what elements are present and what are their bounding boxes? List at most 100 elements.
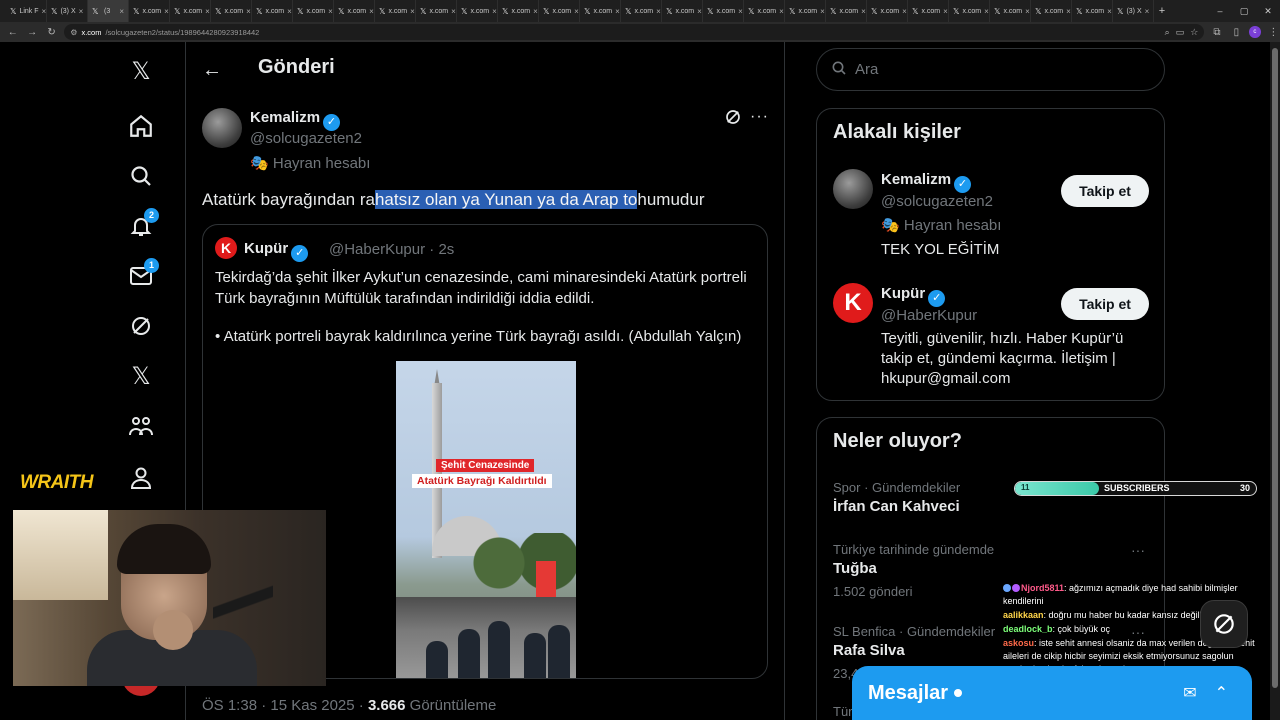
browser-tab[interactable]: 𝕏x.com ×: [662, 0, 703, 22]
browser-tab[interactable]: 𝕏x.com ×: [867, 0, 908, 22]
tab-close-icon[interactable]: ×: [615, 7, 620, 16]
bookmark-star-icon[interactable]: ☆: [1190, 27, 1198, 38]
browser-tab[interactable]: 𝕏x.com ×: [703, 0, 744, 22]
tab-close-icon[interactable]: ×: [369, 7, 374, 16]
browser-tab[interactable]: 𝕏 (3 ×: [88, 0, 129, 22]
trend-name[interactable]: Tuğba: [833, 560, 877, 577]
browser-tab[interactable]: 𝕏x.com ×: [908, 0, 949, 22]
browser-tab[interactable]: 𝕏x.com ×: [826, 0, 867, 22]
tab-close-icon[interactable]: ×: [1145, 7, 1150, 16]
tab-close-icon[interactable]: ×: [943, 7, 948, 16]
more-options-icon[interactable]: ···: [750, 108, 769, 126]
browser-tab[interactable]: 𝕏x.com ×: [293, 0, 334, 22]
search-box[interactable]: [816, 48, 1165, 91]
browser-tab[interactable]: 𝕏x.com ×: [416, 0, 457, 22]
search-input[interactable]: [855, 61, 1135, 78]
grok-icon[interactable]: [125, 310, 157, 342]
tab-close-icon[interactable]: ×: [656, 7, 661, 16]
tab-close-icon[interactable]: ×: [328, 7, 333, 16]
notifications-bell-icon[interactable]: 2: [125, 208, 159, 242]
browser-tab[interactable]: 𝕏x.com ×: [990, 0, 1031, 22]
tab-close-icon[interactable]: ×: [451, 7, 456, 16]
browser-tab[interactable]: 𝕏x.com ×: [334, 0, 375, 22]
trend-name[interactable]: Rafa Silva: [833, 642, 905, 659]
follow-button-kemalizm[interactable]: Takip et: [1061, 175, 1149, 207]
cast-icon[interactable]: ▭: [1176, 27, 1185, 38]
browser-tab[interactable]: 𝕏x.com ×: [1031, 0, 1072, 22]
tab-close-icon[interactable]: ×: [779, 7, 784, 16]
tab-close-icon[interactable]: ×: [902, 7, 907, 16]
profile-icon[interactable]: [125, 462, 157, 494]
browser-tab[interactable]: 𝕏x.com ×: [580, 0, 621, 22]
tab-close-icon[interactable]: ×: [246, 7, 251, 16]
messages-envelope-icon[interactable]: 1: [125, 258, 159, 292]
browser-tab[interactable]: 𝕏x.com ×: [129, 0, 170, 22]
tab-close-icon[interactable]: ×: [820, 7, 825, 16]
tab-close-icon[interactable]: ×: [984, 7, 989, 16]
follow-button-kupur[interactable]: Takip et: [1061, 288, 1149, 320]
browser-tab[interactable]: 𝕏x.com ×: [1072, 0, 1113, 22]
tab-close-icon[interactable]: ×: [1107, 7, 1112, 16]
new-message-icon[interactable]: ✉: [1183, 683, 1196, 703]
author-name[interactable]: Kemalizm ✓: [250, 109, 341, 131]
browser-tab[interactable]: 𝕏x.com ×: [457, 0, 498, 22]
home-icon[interactable]: [125, 110, 157, 142]
sidepanel-icon[interactable]: ▯: [1230, 27, 1243, 38]
url-field[interactable]: ⚙ x.com/solcugazeten2/status/19896442809…: [64, 24, 1205, 40]
related-name-kupur[interactable]: Kupür ✓: [881, 285, 946, 307]
x-logo-icon[interactable]: 𝕏: [125, 55, 157, 87]
grok-explain-icon[interactable]: [724, 108, 742, 131]
maximize-icon[interactable]: ▢: [1232, 6, 1256, 17]
page-scrollbar[interactable]: [1270, 42, 1280, 720]
quoted-author-avatar[interactable]: K: [215, 237, 237, 259]
tab-close-icon[interactable]: ×: [79, 7, 84, 16]
browser-tab[interactable]: 𝕏x.com ×: [621, 0, 662, 22]
new-tab-icon[interactable]: +: [1154, 5, 1170, 17]
close-window-icon[interactable]: ✕: [1256, 6, 1280, 17]
browser-tab[interactable]: 𝕏x.com ×: [949, 0, 990, 22]
quoted-author-name[interactable]: Kupür ✓: [244, 240, 309, 262]
tab-close-icon[interactable]: ×: [492, 7, 497, 16]
zoom-icon[interactable]: ⌕: [1165, 27, 1170, 38]
extensions-icon[interactable]: ⧉: [1210, 27, 1223, 38]
browser-back-icon[interactable]: ←: [6, 27, 19, 38]
tab-close-icon[interactable]: ×: [42, 7, 46, 16]
tab-close-icon[interactable]: ×: [1066, 7, 1071, 16]
explore-search-icon[interactable]: [125, 160, 157, 192]
related-avatar-kemalizm[interactable]: [833, 169, 873, 209]
browser-tab[interactable]: 𝕏 Link F ×: [6, 0, 47, 22]
messages-drawer[interactable]: Mesajlar ✉ ⌃: [852, 666, 1252, 720]
author-handle[interactable]: @solcugazeten2: [250, 130, 362, 147]
browser-forward-icon[interactable]: →: [25, 27, 38, 38]
tab-close-icon[interactable]: ×: [1025, 7, 1030, 16]
scrollbar-thumb[interactable]: [1272, 48, 1278, 688]
trend-more-icon[interactable]: ···: [1131, 542, 1145, 558]
tab-close-icon[interactable]: ×: [119, 7, 124, 16]
grok-floating-button[interactable]: [1200, 600, 1248, 648]
communities-icon[interactable]: [125, 410, 157, 442]
tab-close-icon[interactable]: ×: [574, 7, 579, 16]
related-avatar-kupur[interactable]: K: [833, 283, 873, 323]
tab-close-icon[interactable]: ×: [697, 7, 702, 16]
tab-close-icon[interactable]: ×: [533, 7, 538, 16]
tab-close-icon[interactable]: ×: [205, 7, 210, 16]
browser-tab[interactable]: 𝕏 (3) X ×: [47, 0, 88, 22]
minimize-icon[interactable]: –: [1208, 6, 1232, 17]
tab-close-icon[interactable]: ×: [410, 7, 415, 16]
browser-reload-icon[interactable]: ↻: [45, 27, 58, 38]
trend-name[interactable]: İrfan Can Kahveci: [833, 498, 960, 515]
premium-x-icon[interactable]: 𝕏: [125, 360, 157, 392]
tab-close-icon[interactable]: ×: [287, 7, 292, 16]
browser-tab[interactable]: 𝕏x.com ×: [785, 0, 826, 22]
browser-tab[interactable]: 𝕏x.com ×: [170, 0, 211, 22]
expand-chevron-icon[interactable]: ⌃: [1215, 683, 1228, 703]
quoted-media-video[interactable]: Şehit Cenazesinde Atatürk Bayrağı Kaldır…: [396, 361, 576, 678]
tab-close-icon[interactable]: ×: [738, 7, 743, 16]
tab-close-icon[interactable]: ×: [164, 7, 169, 16]
browser-menu-icon[interactable]: ⋮: [1267, 27, 1280, 38]
browser-tab[interactable]: 𝕏x.com ×: [211, 0, 252, 22]
site-info-icon[interactable]: ⚙: [70, 28, 77, 37]
browser-tab[interactable]: 𝕏x.com ×: [252, 0, 293, 22]
profile-avatar[interactable]: c: [1249, 26, 1261, 38]
browser-tab[interactable]: 𝕏x.com ×: [498, 0, 539, 22]
